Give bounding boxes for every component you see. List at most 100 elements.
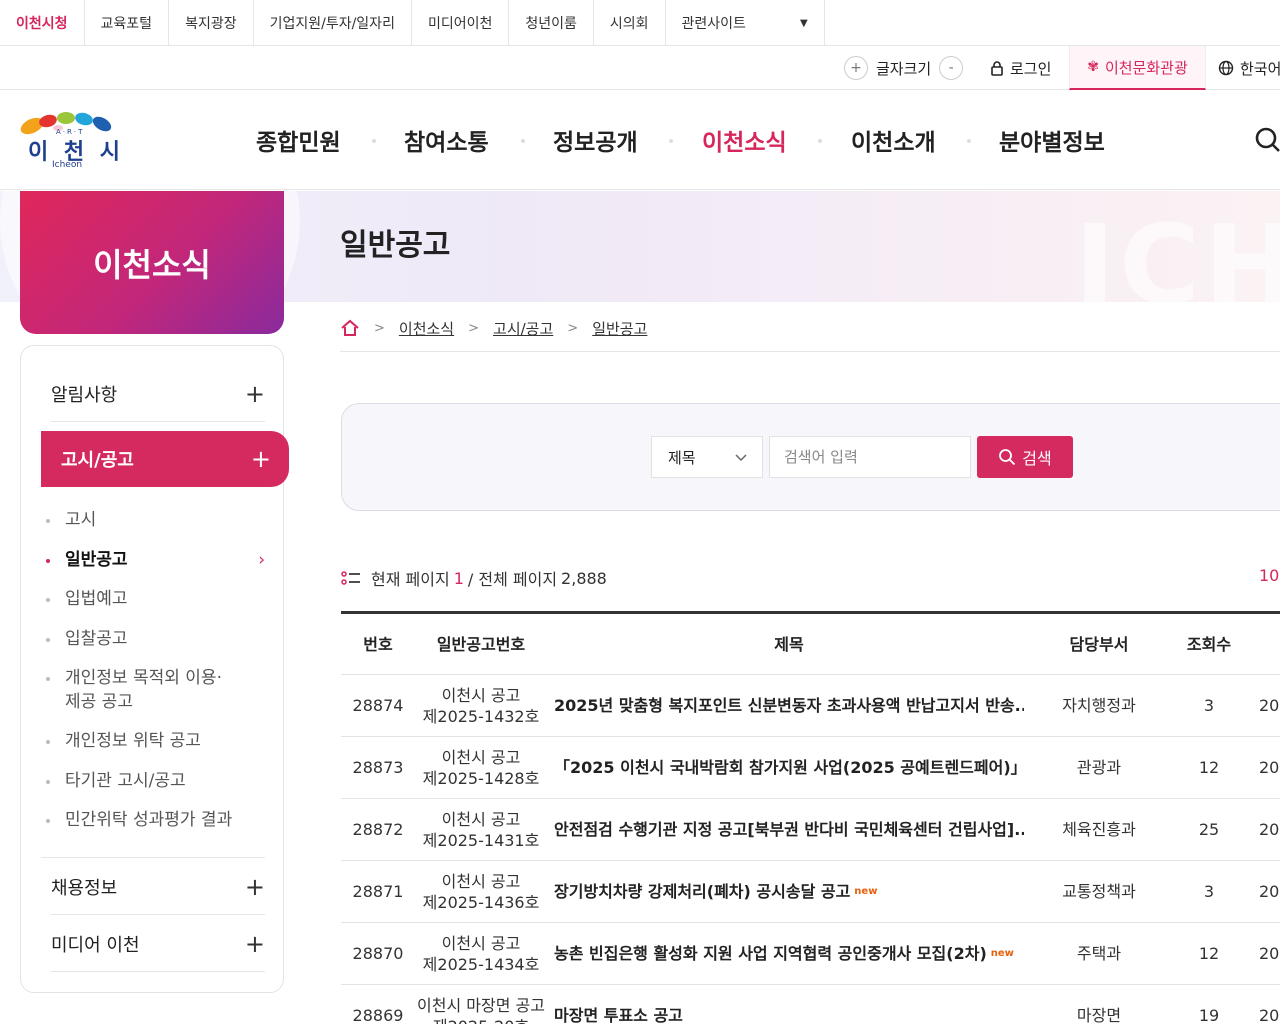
- plus-icon: +: [244, 379, 265, 408]
- language-label: 한국어: [1240, 59, 1280, 78]
- font-size-label: 글자크기: [876, 59, 932, 78]
- table-row: 28874 이천시 공고 제2025-1432호 2025년 맞춤형 복지포인트 신…: [341, 675, 1280, 737]
- row-notice-number: 이천시 공고 제2025-1436호: [422, 871, 540, 912]
- notice-table: 번호 일반공고번호 제목 담당부서 조회수 28874 이천시 공고 제2025-…: [341, 611, 1280, 1024]
- lnb-item-announcements[interactable]: 알림사항 +: [51, 366, 265, 422]
- gnb-item-news[interactable]: 이천소식: [702, 90, 787, 190]
- row-title-link[interactable]: 마장면 투표소 공고: [554, 985, 1024, 1024]
- site-link-media[interactable]: 미디어이천: [412, 0, 510, 46]
- lnb-sub-general-notice[interactable]: 일반공고 ›: [46, 548, 265, 572]
- search-input[interactable]: [769, 436, 971, 478]
- lnb-sub-privacy-use[interactable]: 개인정보 목적외 이용· 제공 공고: [46, 666, 265, 714]
- gnb-item-information[interactable]: 정보공개: [553, 90, 638, 190]
- site-link-education[interactable]: 교육포털: [85, 0, 170, 46]
- row-title-link[interactable]: 「2025 이천시 국내박람회 참가지원 사업(2025 공예트렌드페어)」..…: [554, 737, 1024, 798]
- row-title-link[interactable]: 2025년 맞춤형 복지포인트 신분변동자 초과사용액 반납고지서 반송...: [554, 675, 1024, 736]
- breadcrumb-general-notice[interactable]: 일반공고: [592, 318, 647, 339]
- gnb-item-participation[interactable]: 참여소통: [404, 90, 489, 190]
- row-department: 주택과: [1076, 944, 1122, 963]
- row-notice-number: 이천시 공고 제2025-1434호: [422, 933, 540, 974]
- menu-separator: [521, 139, 525, 143]
- login-link[interactable]: 로그인: [990, 46, 1051, 90]
- chevron-right-icon: >: [468, 320, 480, 336]
- table-row: 28873 이천시 공고 제2025-1428호 「2025 이천시 국내박람회 참…: [341, 737, 1280, 799]
- site-link-icheon[interactable]: 이천시청: [0, 0, 85, 46]
- page-info-prefix: 현재 페이지: [371, 570, 450, 589]
- home-icon[interactable]: [340, 319, 360, 337]
- row-title-link[interactable]: 농촌 빈집은행 활성화 지원 사업 지역협력 공인중개사 모집(2차) new: [554, 923, 1024, 984]
- lnb-item-label: 고시/공고: [61, 450, 134, 471]
- divider: [41, 857, 265, 858]
- gnb-item-about[interactable]: 이천소개: [851, 90, 936, 190]
- lnb-item-label: 채용정보: [51, 877, 118, 899]
- chevron-down-icon: [735, 454, 747, 462]
- font-decrease-button[interactable]: -: [939, 56, 964, 80]
- list-icon: [341, 571, 360, 585]
- lock-icon: [991, 61, 1003, 76]
- site-link-youth[interactable]: 청년이룸: [509, 0, 594, 46]
- chevron-right-icon: ›: [258, 550, 265, 570]
- menu-separator: [818, 139, 822, 143]
- search-field-select[interactable]: 제목: [651, 436, 763, 478]
- breadcrumb: > 이천소식 > 고시/공고 > 일반공고: [340, 310, 647, 346]
- lnb-sub-legislation[interactable]: 입법예고: [46, 587, 265, 611]
- search-icon[interactable]: [1254, 126, 1280, 154]
- row-date: 20: [1259, 758, 1280, 777]
- related-sites-dropdown[interactable]: 관련사이트 ▼: [666, 0, 825, 46]
- header-title: 제목: [774, 634, 804, 654]
- row-title: 마장면 투표소 공고: [554, 1006, 683, 1024]
- row-notice-number: 이천시 마장면 공고 제2025-20호: [417, 995, 545, 1024]
- plus-icon: +: [244, 872, 265, 901]
- row-notice-number: 이천시 공고 제2025-1431호: [422, 809, 540, 850]
- per-page-count[interactable]: 10: [1259, 566, 1279, 585]
- utility-bar: + 글자크기 - 로그인 ✾ 이천문화관광 한국어: [0, 46, 1280, 90]
- lnb-item-label: 알림사항: [51, 384, 118, 406]
- total-pages: 2,888: [561, 568, 607, 588]
- row-number: 28872: [352, 820, 404, 839]
- plus-icon: +: [244, 929, 265, 958]
- font-increase-button[interactable]: +: [844, 56, 868, 80]
- row-title: 「2025 이천시 국내박람회 참가지원 사업(2025 공예트렌드페어)」..…: [554, 758, 1024, 777]
- header-number: 번호: [363, 634, 393, 654]
- row-date: 20: [1259, 1006, 1280, 1024]
- row-title-link[interactable]: 장기방치차량 강제처리(폐차) 공시송달 공고 new: [554, 861, 1024, 922]
- row-number: 28869: [352, 1006, 404, 1024]
- lnb-item-notices[interactable]: 고시/공고 +: [41, 431, 289, 487]
- site-link-council[interactable]: 시의회: [594, 0, 666, 46]
- chevron-right-icon: >: [374, 320, 385, 336]
- row-title: 안전점검 수행기관 지정 공고[북부권 반다비 국민체육센터 건립사업]...: [554, 820, 1024, 839]
- table-row: 28871 이천시 공고 제2025-1436호 장기방치차량 강제처리(폐차) 공…: [341, 861, 1280, 923]
- menu-separator: [372, 139, 376, 143]
- gnb-item-civil-service[interactable]: 종합민원: [256, 90, 341, 190]
- globe-icon: [1218, 60, 1234, 76]
- search-button[interactable]: 검색: [977, 436, 1073, 478]
- menu-separator: [669, 139, 673, 143]
- lnb-sub-privacy-entrust[interactable]: 개인정보 위탁 공고: [46, 729, 265, 753]
- lnb-item-media[interactable]: 미디어 이천 +: [51, 916, 265, 972]
- row-department: 자치행정과: [1062, 696, 1136, 715]
- row-title: 농촌 빈집은행 활성화 지원 사업 지역협력 공인중개사 모집(2차): [554, 944, 987, 963]
- row-views: 19: [1198, 1006, 1220, 1024]
- section-title: 이천소식: [20, 191, 284, 334]
- row-views: 25: [1198, 820, 1220, 839]
- lnb-item-recruitment[interactable]: 채용정보 +: [51, 859, 265, 915]
- breadcrumb-news[interactable]: 이천소식: [399, 318, 454, 339]
- plus-icon: +: [250, 445, 271, 473]
- language-selector[interactable]: 한국어: [1218, 46, 1280, 90]
- side-navigation: 알림사항 + 고시/공고 + 고시 일반공고 › 입법예고 입찰공고 개인정보 …: [20, 345, 289, 993]
- row-department: 관광과: [1076, 758, 1122, 777]
- lnb-sub-bid[interactable]: 입찰공고: [46, 627, 265, 651]
- site-link-welfare[interactable]: 복지광장: [169, 0, 254, 46]
- culture-tourism-link[interactable]: ✾ 이천문화관광: [1069, 46, 1206, 90]
- row-date: 20: [1259, 820, 1280, 839]
- site-link-business[interactable]: 기업지원/투자/일자리: [254, 0, 412, 46]
- row-title-link[interactable]: 안전점검 수행기관 지정 공고[북부권 반다비 국민체육센터 건립사업]...: [554, 799, 1024, 860]
- table-row: 28870 이천시 공고 제2025-1434호 농촌 빈집은행 활성화 지원 사업…: [341, 923, 1280, 985]
- breadcrumb-notice[interactable]: 고시/공고: [493, 318, 553, 339]
- gnb-item-field-info[interactable]: 분야별정보: [999, 90, 1105, 190]
- lnb-sub-other-agency[interactable]: 타기관 고시/공고: [46, 769, 265, 793]
- page-title: 일반공고: [340, 228, 451, 263]
- row-date: 20: [1259, 944, 1280, 963]
- lnb-sub-evaluation[interactable]: 민간위탁 성과평가 결과: [46, 808, 265, 832]
- lnb-sub-notice[interactable]: 고시: [46, 508, 265, 532]
